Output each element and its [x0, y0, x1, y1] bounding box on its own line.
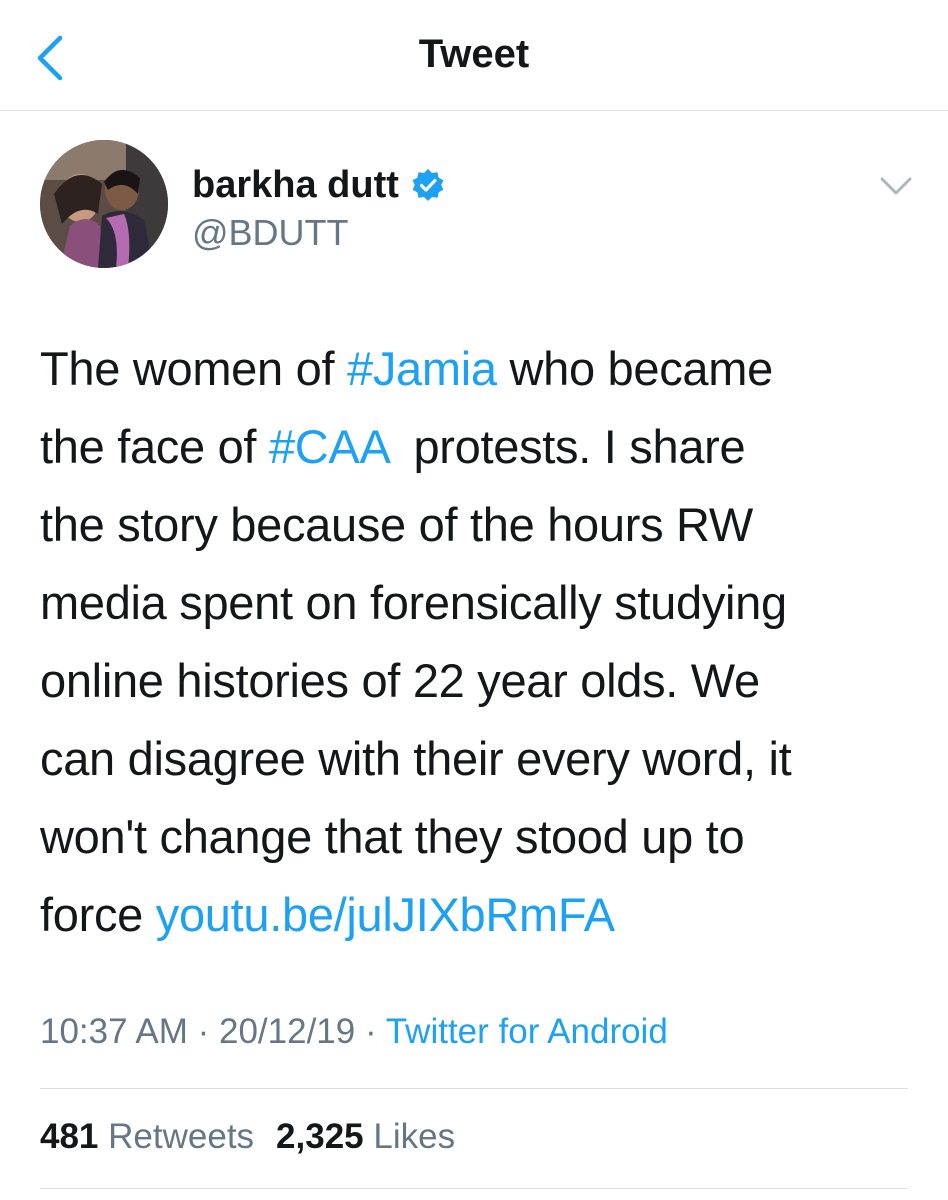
- hashtag-jamia-link[interactable]: #Jamia: [347, 342, 497, 395]
- top-navigation-bar: Tweet: [0, 0, 948, 111]
- retweets-stat[interactable]: 481 Retweets: [40, 1117, 254, 1156]
- page-title: Tweet: [418, 32, 530, 76]
- likes-stat[interactable]: 2,325 Likes: [276, 1117, 455, 1156]
- avatar[interactable]: [40, 140, 168, 268]
- tweet-text: The women of #Jamia who became the face …: [40, 330, 920, 954]
- divider: [40, 1188, 908, 1189]
- tweet-line: can disagree with their every word, it: [40, 732, 792, 785]
- youtube-link[interactable]: youtu.be/julJIXbRmFA: [156, 888, 615, 941]
- profile-photo: [40, 140, 168, 268]
- tweet-line: the story because of the hours RW: [40, 498, 753, 551]
- tweet-source-link[interactable]: Twitter for Android: [386, 1012, 668, 1051]
- tweet-line: The women of #Jamia who became: [40, 342, 773, 395]
- author-display-name[interactable]: barkha dutt: [192, 164, 399, 207]
- tweet-detail-screen: Tweet barkha dutt @BDUTT The women of #J…: [0, 0, 948, 1200]
- separator-dot: ·: [355, 1012, 386, 1051]
- likes-count: 2,325: [276, 1117, 364, 1156]
- tweet-menu-button[interactable]: [878, 172, 914, 200]
- tweet-line: force youtu.be/julJIXbRmFA: [40, 888, 615, 941]
- separator-dot: ·: [187, 1012, 219, 1051]
- divider: [40, 1088, 908, 1089]
- verified-badge-icon: [412, 169, 444, 201]
- tweet-line: media spent on forensically studying: [40, 576, 787, 629]
- retweets-count: 481: [40, 1117, 99, 1156]
- retweets-label: Retweets: [108, 1117, 255, 1156]
- likes-label: Likes: [373, 1117, 456, 1156]
- tweet-line: won't change that they stood up to: [40, 810, 745, 863]
- author-name-row[interactable]: barkha dutt: [192, 162, 445, 208]
- hashtag-caa-link[interactable]: #CAA: [269, 420, 388, 473]
- tweet-line: the face of #CAA protests. I share: [40, 420, 746, 473]
- tweet-date[interactable]: 20/12/19: [219, 1012, 355, 1051]
- chevron-down-icon: [880, 177, 912, 195]
- tweet-time[interactable]: 10:37 AM: [40, 1012, 188, 1051]
- tweet-line: online histories of 22 year olds. We: [40, 654, 760, 707]
- tweet-metadata: 10:37 AM · 20/12/19 · Twitter for Androi…: [40, 1012, 668, 1052]
- engagement-stats: 481 Retweets 2,325 Likes: [40, 1117, 455, 1157]
- author-handle[interactable]: @BDUTT: [192, 212, 349, 254]
